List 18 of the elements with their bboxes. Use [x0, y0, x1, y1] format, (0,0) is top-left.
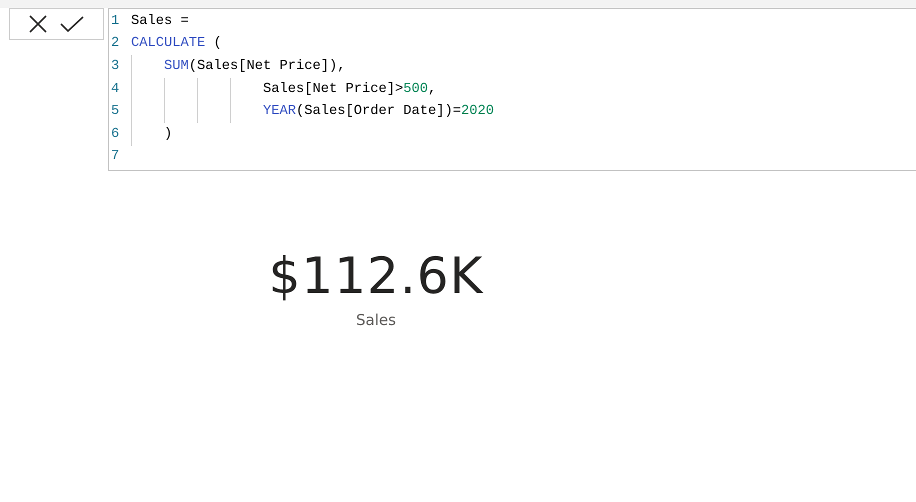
- code-line: SUM(Sales[Net Price]),: [131, 55, 346, 78]
- formula-editor[interactable]: 1 Sales = 2 CALCULATE ( 3 SUM(Sales[Net Price]), 4 Sales[Net Price]>500, 5 YEAR(Sales[Order Date])=2020 6 ) 7: [108, 8, 916, 171]
- code-line: CALCULATE (: [131, 35, 222, 54]
- close-icon: [28, 14, 48, 34]
- line-number: 5: [110, 104, 120, 120]
- line-number: 6: [110, 126, 120, 142]
- card-label: Sales: [356, 311, 396, 329]
- card-value: $112.6K: [268, 247, 484, 305]
- checkmark-icon: [60, 15, 84, 33]
- code-line: Sales[Net Price]>500,: [131, 78, 436, 100]
- line-number: 1: [110, 14, 120, 29]
- line-number: 2: [110, 36, 120, 52]
- line-number: 7: [110, 149, 120, 164]
- line-number: 4: [110, 82, 120, 97]
- code-line: YEAR(Sales[Order Date])=2020: [131, 100, 494, 123]
- code-line: ): [131, 122, 172, 146]
- code-line: Sales =: [131, 12, 189, 31]
- line-number: 3: [110, 58, 120, 74]
